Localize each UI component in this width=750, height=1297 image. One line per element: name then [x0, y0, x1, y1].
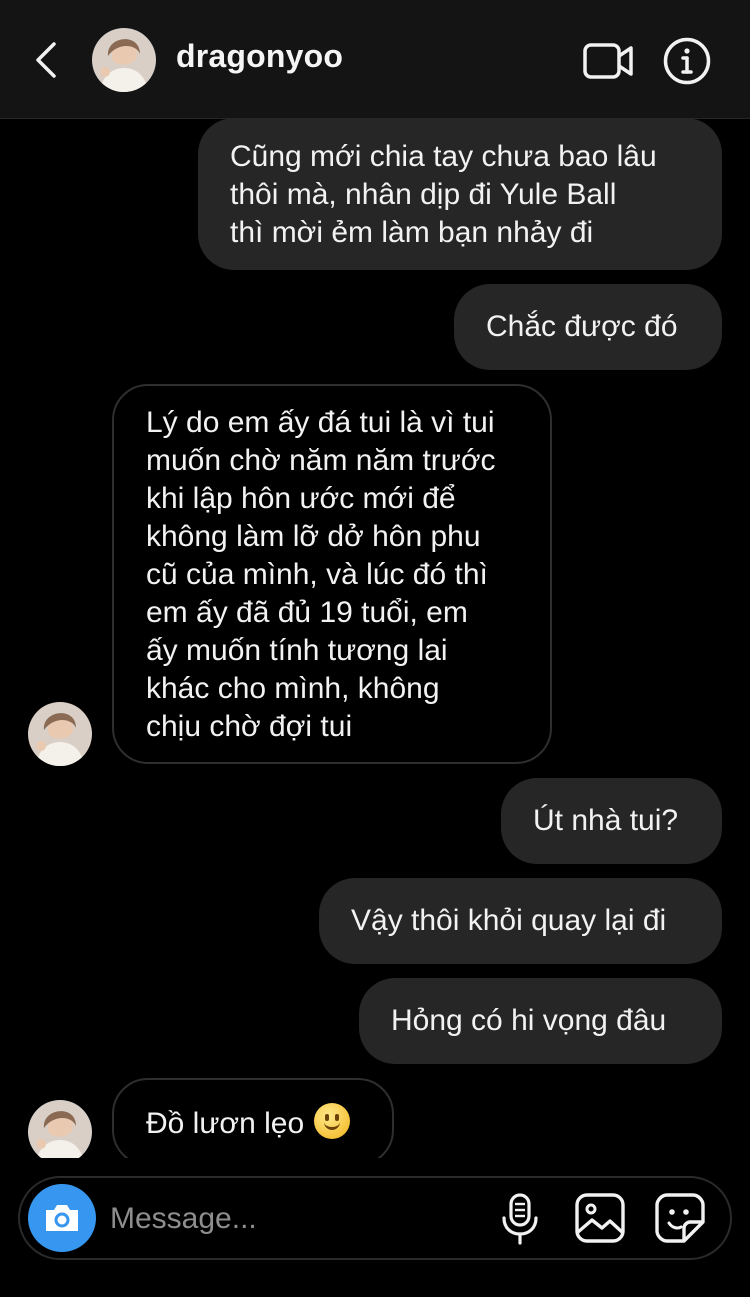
profile-photo — [28, 1100, 92, 1158]
message-text: khi lập hôn ước mới để — [146, 482, 456, 515]
avatar[interactable] — [92, 28, 156, 92]
message-text: thôi mà, nhân dịp đi Yule Ball — [230, 178, 617, 211]
message-bubble-sent[interactable]: Vậy thôi khỏi quay lại đi — [319, 878, 722, 964]
camera-button[interactable] — [28, 1184, 96, 1252]
video-camera-icon — [583, 43, 633, 79]
message-text: Đồ lươn lẹo — [146, 1103, 360, 1143]
message-bubble-sent[interactable]: Chắc được đó — [454, 284, 722, 370]
profile-photo — [92, 28, 156, 92]
image-icon — [575, 1193, 625, 1243]
message-bubble-sent[interactable]: Cũng mới chia tay chưa bao lâu thôi mà, … — [198, 118, 722, 270]
microphone-icon — [502, 1193, 538, 1245]
gallery-button[interactable] — [574, 1192, 626, 1244]
chat-username[interactable]: dragonyoo — [176, 38, 343, 75]
sticker-icon — [655, 1193, 705, 1243]
message-text: Cũng mới chia tay chưa bao lâu — [230, 140, 657, 173]
back-button[interactable] — [28, 36, 64, 84]
message-input[interactable] — [108, 1192, 492, 1246]
profile-photo — [28, 702, 92, 766]
message-bubble-sent[interactable]: Hỏng có hi vọng đâu — [359, 978, 722, 1064]
chevron-left-icon — [36, 42, 56, 78]
message-bubble-received[interactable]: Đồ lươn lẹo — [112, 1078, 394, 1158]
sender-avatar[interactable] — [28, 702, 92, 766]
info-button[interactable] — [662, 36, 712, 86]
chat-header: dragonyoo — [0, 0, 750, 119]
message-text: thì mời ẻm làm bạn nhảy đi — [230, 216, 594, 249]
message-text: chịu chờ đợi tui — [146, 710, 353, 743]
info-icon — [663, 37, 711, 85]
message-text: Chắc được đó — [486, 310, 678, 343]
camera-icon — [46, 1205, 78, 1231]
message-text: cũ của mình, và lúc đó thì — [146, 558, 488, 591]
message-text: khác cho mình, không — [146, 672, 440, 705]
sticker-button[interactable] — [654, 1192, 706, 1244]
message-thread[interactable]: Cũng mới chia tay chưa bao lâu thôi mà, … — [0, 118, 750, 1158]
video-call-button[interactable] — [582, 38, 634, 84]
message-bubble-received[interactable]: Lý do em ấy đá tui là vì tui muốn chờ nă… — [112, 384, 552, 764]
message-text: muốn chờ năm năm trước — [146, 444, 496, 477]
message-text: Hỏng có hi vọng đâu — [391, 1004, 667, 1037]
message-text: ấy muốn tính tương lai — [146, 634, 448, 667]
message-text: em ấy đã đủ 19 tuổi, em — [146, 596, 468, 629]
message-bubble-sent[interactable]: Út nhà tui? — [501, 778, 722, 864]
slightly-smiling-face-emoji — [314, 1103, 351, 1139]
message-text: Lý do em ấy đá tui là vì tui — [146, 406, 495, 439]
direct-message-screen: dragonyoo Cũng mới chia tay chưa bao lâu… — [0, 0, 750, 1297]
sender-avatar[interactable] — [28, 1100, 92, 1158]
message-text: Vậy thôi khỏi quay lại đi — [351, 904, 667, 937]
message-composer — [18, 1176, 732, 1260]
message-text: không làm lỡ dở hôn phu — [146, 520, 481, 553]
voice-message-button[interactable] — [498, 1192, 542, 1246]
message-text: Út nhà tui? — [533, 804, 679, 837]
